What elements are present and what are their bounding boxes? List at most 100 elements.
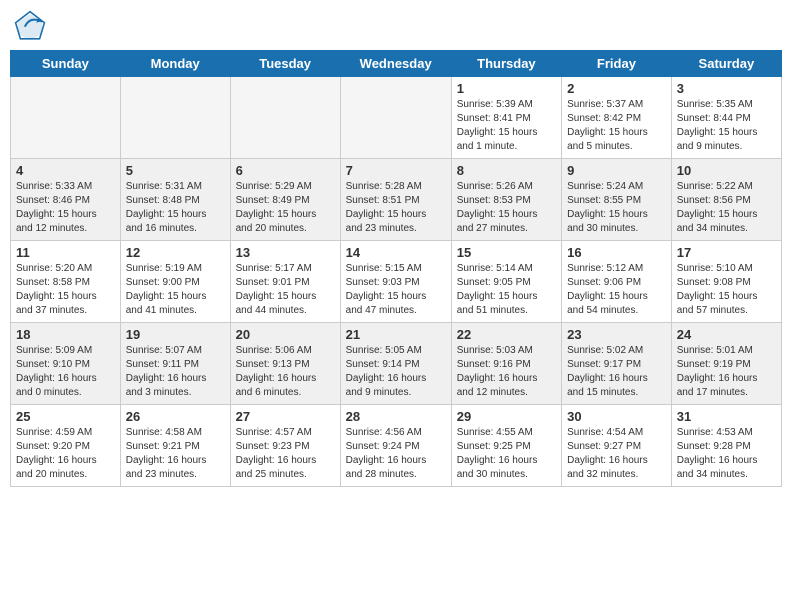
calendar-cell: 22 Sunrise: 5:03 AM Sunset: 9:16 PM Dayli…	[451, 323, 561, 405]
cell-content: Sunrise: 5:33 AM Sunset: 8:46 PM Dayligh…	[16, 180, 115, 236]
logo-icon	[14, 10, 46, 42]
calendar-cell: 7Sunrise: 5:28 AM Sunset: 8:51 PM Daylig…	[340, 159, 451, 241]
cell-content: Sunrise: 5:37 AM Sunset: 8:42 PM Dayligh…	[567, 98, 666, 154]
day-number: 19	[126, 327, 225, 342]
day-number: 30	[567, 409, 666, 424]
day-header-monday: Monday	[120, 51, 230, 77]
day-number: 23	[567, 327, 666, 342]
calendar-cell	[120, 77, 230, 159]
cell-content: Sunrise: 5:05 AM Sunset: 9:14 PM Dayligh…	[346, 344, 446, 400]
calendar-cell: 5 Sunrise: 5:31 AM Sunset: 8:48 PM Daylig…	[120, 159, 230, 241]
cell-content: Sunrise: 5:09 AM Sunset: 9:10 PM Dayligh…	[16, 344, 115, 400]
day-number: 16	[567, 245, 666, 260]
day-number: 27	[236, 409, 335, 424]
day-number: 22	[457, 327, 556, 342]
day-number: 14	[346, 245, 446, 260]
cell-content: Sunrise: 5:22 AM Sunset: 8:56 PM Dayligh…	[677, 180, 776, 236]
day-number: 7	[346, 163, 446, 178]
calendar-cell: 6 Sunrise: 5:29 AM Sunset: 8:49 PM Daylig…	[230, 159, 340, 241]
day-header-saturday: Saturday	[671, 51, 781, 77]
cell-content: Sunrise: 5:01 AM Sunset: 9:19 PM Dayligh…	[677, 344, 776, 400]
day-number: 20	[236, 327, 335, 342]
day-number: 1	[457, 81, 556, 96]
calendar-cell: 12 Sunrise: 5:19 AM Sunset: 9:00 PM Dayli…	[120, 241, 230, 323]
day-number: 21	[346, 327, 446, 342]
day-number: 4	[16, 163, 115, 178]
cell-content: Sunrise: 4:58 AM Sunset: 9:21 PM Dayligh…	[126, 426, 225, 482]
calendar-cell	[230, 77, 340, 159]
calendar-cell: 9 Sunrise: 5:24 AM Sunset: 8:55 PM Daylig…	[562, 159, 672, 241]
day-number: 26	[126, 409, 225, 424]
calendar-cell: 15 Sunrise: 5:14 AM Sunset: 9:05 PM Dayli…	[451, 241, 561, 323]
day-number: 12	[126, 245, 225, 260]
calendar-cell: 24Sunrise: 5:01 AM Sunset: 9:19 PM Dayli…	[671, 323, 781, 405]
cell-content: Sunrise: 5:03 AM Sunset: 9:16 PM Dayligh…	[457, 344, 556, 400]
cell-content: Sunrise: 4:53 AM Sunset: 9:28 PM Dayligh…	[677, 426, 776, 482]
week-row-4: 18 Sunrise: 5:09 AM Sunset: 9:10 PM Dayli…	[11, 323, 782, 405]
calendar-cell	[340, 77, 451, 159]
day-number: 3	[677, 81, 776, 96]
day-number: 5	[126, 163, 225, 178]
calendar-cell: 16 Sunrise: 5:12 AM Sunset: 9:06 PM Dayli…	[562, 241, 672, 323]
day-number: 25	[16, 409, 115, 424]
cell-content: Sunrise: 5:29 AM Sunset: 8:49 PM Dayligh…	[236, 180, 335, 236]
day-number: 6	[236, 163, 335, 178]
cell-content: Sunrise: 4:59 AM Sunset: 9:20 PM Dayligh…	[16, 426, 115, 482]
cell-content: Sunrise: 5:10 AM Sunset: 9:08 PM Dayligh…	[677, 262, 776, 318]
week-row-5: 25 Sunrise: 4:59 AM Sunset: 9:20 PM Dayli…	[11, 405, 782, 487]
day-header-wednesday: Wednesday	[340, 51, 451, 77]
cell-content: Sunrise: 5:07 AM Sunset: 9:11 PM Dayligh…	[126, 344, 225, 400]
calendar-cell: 11Sunrise: 5:20 AM Sunset: 8:58 PM Dayli…	[11, 241, 121, 323]
day-number: 28	[346, 409, 446, 424]
calendar-cell: 1 Sunrise: 5:39 AM Sunset: 8:41 PM Daylig…	[451, 77, 561, 159]
calendar-cell: 29 Sunrise: 4:55 AM Sunset: 9:25 PM Dayli…	[451, 405, 561, 487]
calendar-cell: 3Sunrise: 5:35 AM Sunset: 8:44 PM Daylig…	[671, 77, 781, 159]
day-number: 31	[677, 409, 776, 424]
cell-content: Sunrise: 5:06 AM Sunset: 9:13 PM Dayligh…	[236, 344, 335, 400]
calendar-cell: 31 Sunrise: 4:53 AM Sunset: 9:28 PM Dayli…	[671, 405, 781, 487]
day-number: 18	[16, 327, 115, 342]
day-header-thursday: Thursday	[451, 51, 561, 77]
week-row-3: 11Sunrise: 5:20 AM Sunset: 8:58 PM Dayli…	[11, 241, 782, 323]
week-row-2: 4 Sunrise: 5:33 AM Sunset: 8:46 PM Daylig…	[11, 159, 782, 241]
cell-content: Sunrise: 5:12 AM Sunset: 9:06 PM Dayligh…	[567, 262, 666, 318]
calendar-cell: 27 Sunrise: 4:57 AM Sunset: 9:23 PM Dayli…	[230, 405, 340, 487]
calendar-cell: 18 Sunrise: 5:09 AM Sunset: 9:10 PM Dayli…	[11, 323, 121, 405]
day-number: 13	[236, 245, 335, 260]
day-header-tuesday: Tuesday	[230, 51, 340, 77]
day-number: 10	[677, 163, 776, 178]
cell-content: Sunrise: 5:20 AM Sunset: 8:58 PM Dayligh…	[16, 262, 115, 318]
cell-content: Sunrise: 5:24 AM Sunset: 8:55 PM Dayligh…	[567, 180, 666, 236]
calendar-cell: 23 Sunrise: 5:02 AM Sunset: 9:17 PM Dayli…	[562, 323, 672, 405]
calendar-cell: 14 Sunrise: 5:15 AM Sunset: 9:03 PM Dayli…	[340, 241, 451, 323]
cell-content: Sunrise: 5:31 AM Sunset: 8:48 PM Dayligh…	[126, 180, 225, 236]
calendar-cell: 19 Sunrise: 5:07 AM Sunset: 9:11 PM Dayli…	[120, 323, 230, 405]
calendar-cell: 17 Sunrise: 5:10 AM Sunset: 9:08 PM Dayli…	[671, 241, 781, 323]
cell-content: Sunrise: 4:55 AM Sunset: 9:25 PM Dayligh…	[457, 426, 556, 482]
calendar-cell: 21 Sunrise: 5:05 AM Sunset: 9:14 PM Dayli…	[340, 323, 451, 405]
cell-content: Sunrise: 5:39 AM Sunset: 8:41 PM Dayligh…	[457, 98, 556, 154]
calendar-cell: 10 Sunrise: 5:22 AM Sunset: 8:56 PM Dayli…	[671, 159, 781, 241]
calendar-cell: 4 Sunrise: 5:33 AM Sunset: 8:46 PM Daylig…	[11, 159, 121, 241]
day-number: 17	[677, 245, 776, 260]
cell-content: Sunrise: 5:17 AM Sunset: 9:01 PM Dayligh…	[236, 262, 335, 318]
calendar-cell	[11, 77, 121, 159]
calendar-cell: 13 Sunrise: 5:17 AM Sunset: 9:01 PM Dayli…	[230, 241, 340, 323]
calendar-cell: 28Sunrise: 4:56 AM Sunset: 9:24 PM Dayli…	[340, 405, 451, 487]
cell-content: Sunrise: 5:19 AM Sunset: 9:00 PM Dayligh…	[126, 262, 225, 318]
day-number: 15	[457, 245, 556, 260]
day-number: 9	[567, 163, 666, 178]
calendar-cell: 25 Sunrise: 4:59 AM Sunset: 9:20 PM Dayli…	[11, 405, 121, 487]
cell-content: Sunrise: 5:26 AM Sunset: 8:53 PM Dayligh…	[457, 180, 556, 236]
cell-content: Sunrise: 4:57 AM Sunset: 9:23 PM Dayligh…	[236, 426, 335, 482]
cell-content: Sunrise: 5:02 AM Sunset: 9:17 PM Dayligh…	[567, 344, 666, 400]
cell-content: Sunrise: 5:14 AM Sunset: 9:05 PM Dayligh…	[457, 262, 556, 318]
cell-content: Sunrise: 5:15 AM Sunset: 9:03 PM Dayligh…	[346, 262, 446, 318]
day-number: 29	[457, 409, 556, 424]
week-row-1: 1 Sunrise: 5:39 AM Sunset: 8:41 PM Daylig…	[11, 77, 782, 159]
calendar-table: SundayMondayTuesdayWednesdayThursdayFrid…	[10, 50, 782, 487]
calendar-cell: 2Sunrise: 5:37 AM Sunset: 8:42 PM Daylig…	[562, 77, 672, 159]
page-header	[10, 10, 782, 42]
calendar-cell: 20 Sunrise: 5:06 AM Sunset: 9:13 PM Dayli…	[230, 323, 340, 405]
day-number: 8	[457, 163, 556, 178]
